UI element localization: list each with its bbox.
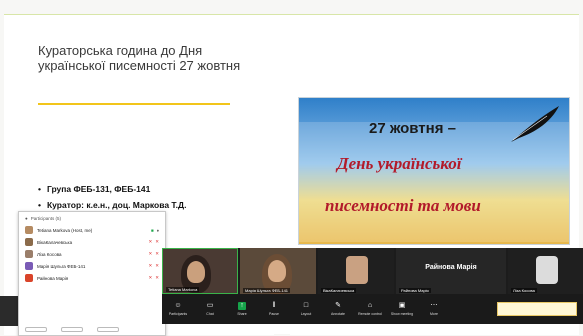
- participant-row[interactable]: ВікаКалачевська ✕ ✕: [19, 236, 165, 248]
- participant-controls: ✕ ✕: [148, 275, 159, 281]
- pause-icon: ‖: [272, 302, 276, 309]
- mic-icon[interactable]: ♦: [157, 228, 159, 233]
- participants-button[interactable]: ☺ Participants: [162, 294, 194, 324]
- layout-icon: □: [303, 302, 309, 309]
- video-face: [268, 260, 286, 282]
- mic-muted-icon[interactable]: ✕: [148, 251, 152, 257]
- annotate-icon: ✎: [335, 302, 341, 309]
- button-label: Show meeting: [390, 312, 414, 316]
- video-tile[interactable]: ВікаКалачевська: [318, 248, 394, 294]
- button-label: Chat: [206, 312, 214, 316]
- participant-name: Райнова Марія: [37, 275, 69, 281]
- avatar: [25, 250, 33, 258]
- button-label: Remote control: [358, 312, 382, 316]
- holiday-poster: 27 жовтня – День української писемності …: [298, 97, 570, 245]
- participants-footer: [25, 327, 119, 332]
- tile-name: Райнова Марія: [399, 288, 431, 293]
- poster-headline-2: писемності та мови: [325, 196, 481, 215]
- remote-control-icon: ⌂: [367, 302, 373, 309]
- more-options-button[interactable]: [97, 327, 119, 332]
- avatar: [25, 226, 33, 234]
- zoom-screen-share: Кураторська година до Дня української пи…: [0, 0, 583, 336]
- video-on-icon[interactable]: ■: [151, 228, 154, 233]
- avatar: [536, 256, 558, 284]
- stop-share-area[interactable]: [497, 302, 577, 316]
- chat-button[interactable]: ▭ Chat: [194, 294, 226, 324]
- video-tile[interactable]: Tetiana Markova: [162, 248, 238, 294]
- poster-date: 27 жовтня –: [369, 120, 456, 137]
- video-strip: Tetiana Markova Марія Шульга ФЕБ-141 Вік…: [162, 248, 583, 294]
- avatar: [25, 238, 33, 246]
- participant-name: Марія Шульга ФЕБ-141: [37, 263, 86, 269]
- video-off-icon[interactable]: ✕: [155, 239, 159, 245]
- button-label: More: [430, 312, 438, 316]
- annotate-button[interactable]: ✎ Annotate: [322, 294, 354, 324]
- participants-icon: ☺: [174, 302, 182, 309]
- participants-icon: ●: [25, 215, 28, 221]
- more-icon: ⋯: [430, 302, 438, 309]
- meeting-toolbar: ☺ Participants ▭ Chat ↑ Share ‖ Pause □ Layou…: [162, 294, 583, 324]
- participant-controls: ✕ ✕: [148, 239, 159, 245]
- participant-row[interactable]: Райнова Марія ✕ ✕: [19, 272, 165, 284]
- video-off-icon[interactable]: ✕: [155, 275, 159, 281]
- avatar: [346, 256, 368, 284]
- tile-center-name: Райнова Марія: [425, 264, 477, 271]
- show-meeting-button[interactable]: ▣ Show meeting: [386, 294, 418, 324]
- video-face: [187, 261, 205, 283]
- slide-bullets: Група ФЕБ-131, ФЕБ-141 Куратор: к.е.н., …: [38, 181, 186, 213]
- participants-title: Participants (5): [30, 215, 61, 221]
- poster-headline-1: День української: [337, 154, 462, 173]
- button-label: Participants: [168, 312, 188, 316]
- participant-controls: ✕ ✕: [148, 251, 159, 257]
- slide-title: Кураторська година до Дня української пи…: [38, 43, 241, 73]
- button-label: Layout: [300, 312, 312, 316]
- participants-header: ● Participants (5): [19, 212, 165, 224]
- share-icon: ↑: [238, 302, 246, 310]
- mic-muted-icon[interactable]: ✕: [148, 263, 152, 269]
- button-label: Annotate: [330, 312, 345, 316]
- button-label: Share: [237, 312, 247, 316]
- taskbar-edge: [0, 296, 18, 326]
- participants-panel[interactable]: ● Participants (5) Tetiana Markova (Host…: [18, 211, 166, 336]
- tile-name: ВікаКалачевська: [321, 288, 357, 293]
- quill-pen-icon: [511, 106, 559, 142]
- avatar: [25, 262, 33, 270]
- video-tile[interactable]: Марія Шульга ФЕБ-141: [240, 248, 316, 294]
- participant-row[interactable]: Tetiana Markova (Host, me) ■ ♦: [19, 224, 165, 236]
- video-off-icon[interactable]: ✕: [155, 263, 159, 269]
- video-off-icon[interactable]: ✕: [155, 251, 159, 257]
- title-underline: [38, 103, 230, 105]
- video-tile[interactable]: Ліза Косова: [508, 248, 583, 294]
- tile-name: Tetiana Markova: [166, 287, 200, 292]
- video-tile[interactable]: Райнова Марія Райнова Марія: [396, 248, 506, 294]
- invite-button[interactable]: [25, 327, 47, 332]
- participant-controls: ✕ ✕: [148, 263, 159, 269]
- mute-all-button[interactable]: [61, 327, 83, 332]
- share-button[interactable]: ↑ Share: [226, 294, 258, 324]
- participant-name: ВікаКалачевська: [37, 239, 73, 245]
- participant-name: Ліза Косова: [37, 251, 62, 257]
- mic-muted-icon[interactable]: ✕: [148, 239, 152, 245]
- participant-name: Tetiana Markova (Host, me): [37, 227, 93, 233]
- participant-row[interactable]: Ліза Косова ✕ ✕: [19, 248, 165, 260]
- participant-row[interactable]: Марія Шульга ФЕБ-141 ✕ ✕: [19, 260, 165, 272]
- participant-controls: ■ ♦: [151, 228, 159, 233]
- mic-muted-icon[interactable]: ✕: [148, 275, 152, 281]
- more-button[interactable]: ⋯ More: [418, 294, 450, 324]
- tile-name: Марія Шульга ФЕБ-141: [243, 288, 291, 293]
- chat-icon: ▭: [206, 302, 214, 309]
- bullet-group: Група ФЕБ-131, ФЕБ-141: [38, 181, 186, 197]
- show-meeting-icon: ▣: [398, 302, 406, 309]
- button-label: Pause: [269, 312, 279, 316]
- pause-button[interactable]: ‖ Pause: [258, 294, 290, 324]
- layout-button[interactable]: □ Layout: [290, 294, 322, 324]
- remote-control-button[interactable]: ⌂ Remote control: [354, 294, 386, 324]
- tile-name: Ліза Косова: [511, 288, 537, 293]
- avatar: [25, 274, 33, 282]
